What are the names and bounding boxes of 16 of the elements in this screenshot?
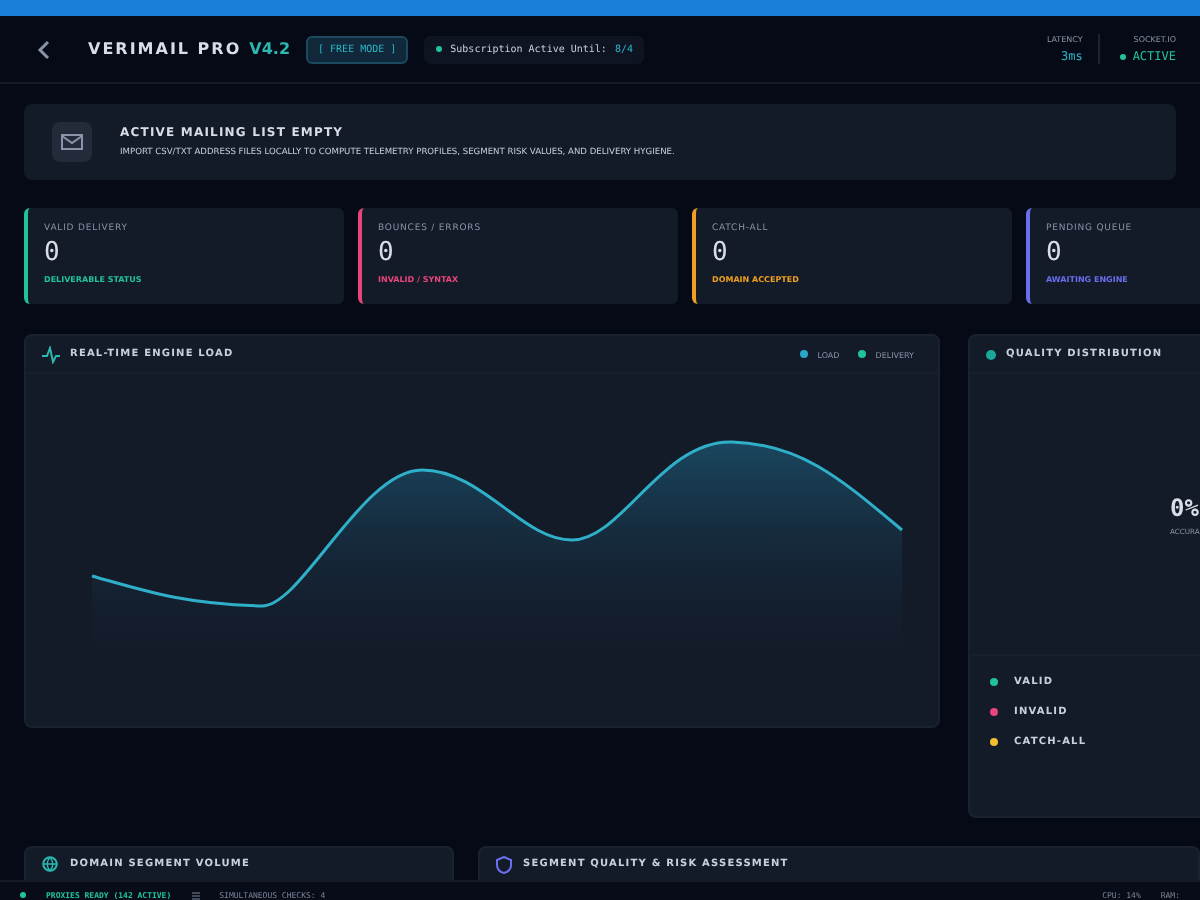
status-dot-icon	[1120, 54, 1127, 60]
stat-value: 0	[44, 238, 62, 268]
stat-value: 0	[1046, 238, 1064, 268]
version-label: V4.2	[249, 40, 291, 58]
shield-icon	[495, 855, 512, 873]
stat-value: 0	[712, 238, 730, 268]
status-dot-icon	[986, 349, 996, 359]
mail-icon	[52, 122, 92, 162]
status-dot-icon	[20, 892, 26, 898]
app-title: VERIMAIL PRO	[88, 40, 242, 58]
list-icon	[191, 891, 200, 899]
stat-value: 0	[378, 238, 396, 268]
pulse-icon	[42, 345, 60, 363]
quality-percent: 0%	[1170, 493, 1199, 521]
back-icon[interactable]	[36, 39, 52, 59]
globe-icon	[42, 856, 58, 872]
